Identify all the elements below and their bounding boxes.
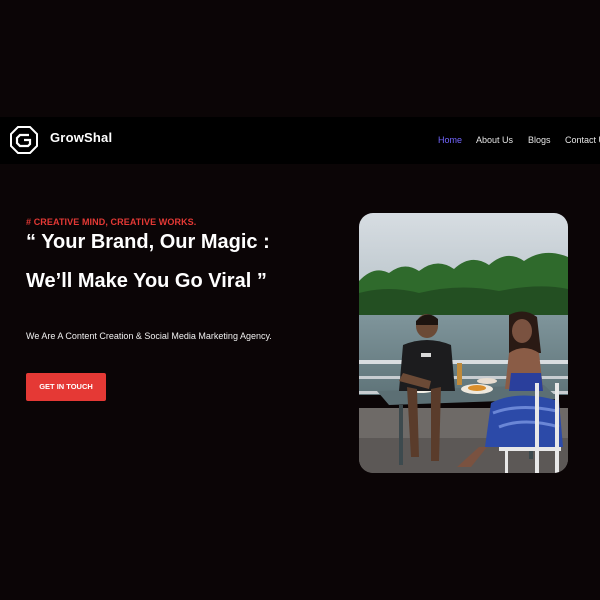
hero-headline-line-1: “ Your Brand, Our Magic : xyxy=(26,231,270,253)
hero-headline-line-2: We’ll Make You Go Viral ” xyxy=(26,270,267,292)
hero-subtitle: We Are A Content Creation & Social Media… xyxy=(26,331,272,341)
get-in-touch-button[interactable]: GET IN TOUCH xyxy=(26,373,106,401)
brand-name[interactable]: GrowShal xyxy=(50,130,112,145)
nav-link-about-us[interactable]: About Us xyxy=(476,135,513,145)
navbar: GrowShal Home About Us Blogs Contact U xyxy=(0,117,600,164)
nav-link-home[interactable]: Home xyxy=(438,135,462,145)
hexagon-g-logo-icon[interactable] xyxy=(9,125,39,155)
nav-link-blogs[interactable]: Blogs xyxy=(528,135,551,145)
nav-link-contact[interactable]: Contact U xyxy=(565,135,600,145)
hero-tagline: # CREATIVE MIND, CREATIVE WORKS. xyxy=(26,217,197,227)
hero-photo-illustration xyxy=(359,213,568,473)
hero-photo xyxy=(359,213,568,473)
